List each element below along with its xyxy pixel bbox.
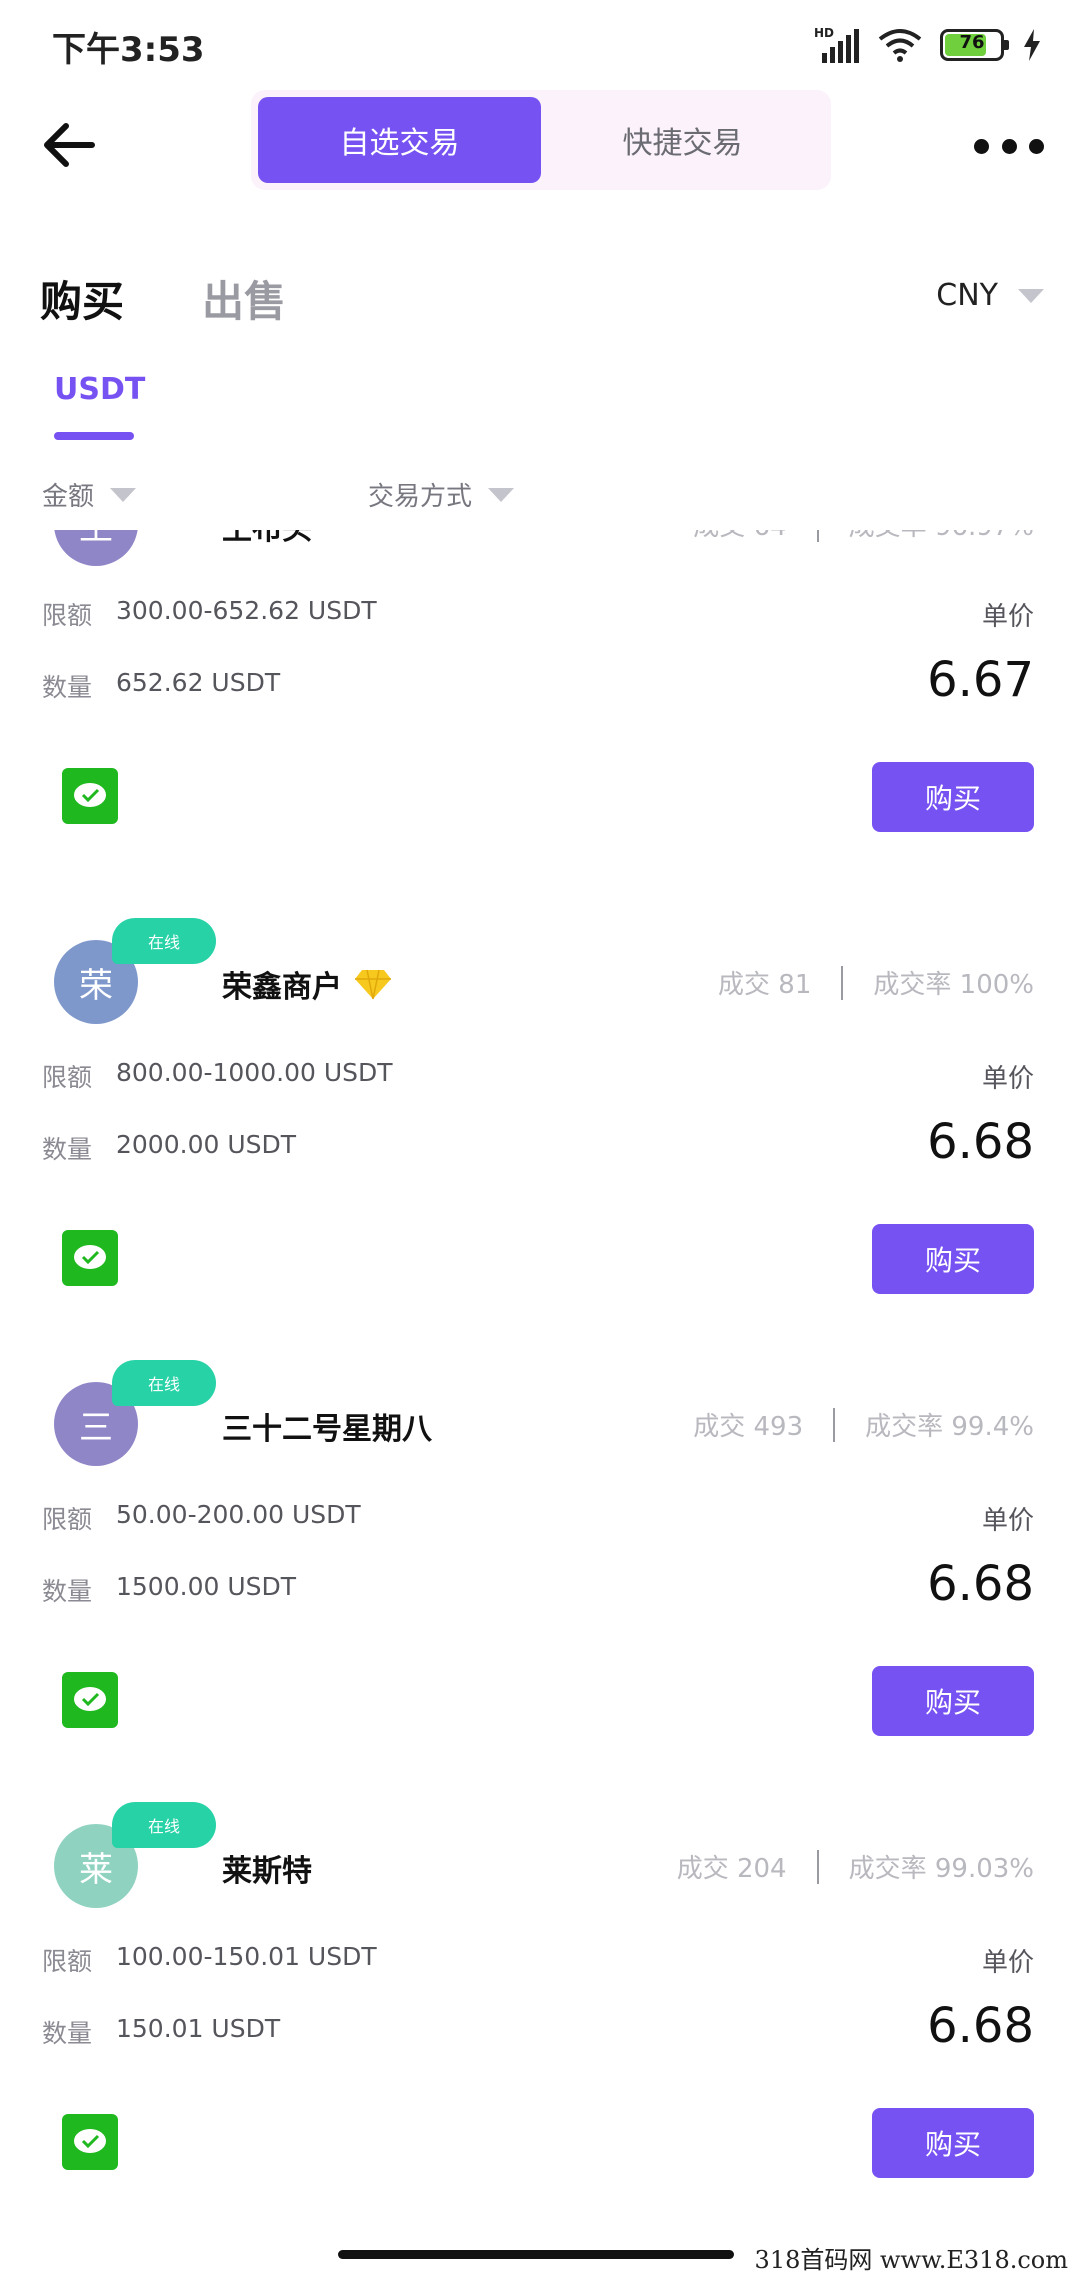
deal-count: 成交 493 [693,1412,804,1442]
diamond-icon [355,969,391,1000]
online-badge: 在线 [112,1360,216,1406]
limit-value: 800.00-1000.00 USDT [116,1058,393,1087]
tab-sell[interactable]: 出售 [202,268,286,329]
filter-bar: 金额 交易方式 [0,476,1080,526]
quantity-label: 数量 [42,673,93,702]
signal-icon: HD [814,26,859,63]
status-bar: 下午3:53 HD 76 [0,0,1080,90]
payment-method-filter[interactable]: 交易方式 [368,476,515,513]
merchant-name[interactable]: 荣鑫商户 [222,962,392,1006]
amount-filter-label: 金额 [42,482,95,512]
listing-card: 莱 在线 莱斯特 成交 204 成交率 99.03% 限额 100.00-150… [0,1802,1080,2266]
unit-price-label: 单价 [981,1948,1034,1978]
quantity-label: 数量 [42,1577,93,1606]
avatar: 王 [54,530,138,566]
unit-price: 6.68 [927,1556,1034,1612]
limit-value: 100.00-150.01 USDT [116,1942,377,1971]
limit-label: 限额 [42,1947,93,1976]
buy-button[interactable]: 购买 [872,762,1034,832]
tab-quick-trade[interactable]: 快捷交易 [541,97,824,183]
quantity-label: 数量 [42,2019,93,2048]
charging-icon [1024,29,1040,61]
completion-rate: 成交率 96.97% [849,530,1034,543]
unit-price: 6.68 [927,1114,1034,1170]
merchant-stats: 成交 64 成交率 96.97% [693,530,1034,543]
merchant-stats: 成交 493 成交率 99.4% [693,1406,1034,1443]
limit-value: 50.00-200.00 USDT [116,1500,361,1529]
quantity-value: 1500.00 USDT [116,1572,297,1601]
trade-direction-tabs: 购买 出售 [40,268,286,329]
more-options-icon[interactable] [974,126,1044,166]
wifi-icon [878,29,922,62]
unit-price-label: 单价 [981,1506,1034,1536]
wechat-pay-icon [62,2114,118,2170]
deal-count: 成交 204 [676,1854,787,1884]
buy-button[interactable]: 购买 [872,2108,1034,2178]
limit-label: 限额 [42,601,93,630]
status-icons: HD 76 [814,20,1042,70]
currency-label: CNY [936,278,998,313]
limit-label: 限额 [42,1505,93,1534]
coin-tab-indicator [54,432,134,440]
quantity-value: 2000.00 USDT [116,1130,297,1159]
buy-button[interactable]: 购买 [872,1224,1034,1294]
merchant-name[interactable]: 王布头 [222,530,312,548]
amount-filter[interactable]: 金额 [42,476,137,513]
limit-label: 限额 [42,1063,93,1092]
currency-selector[interactable]: CNY [936,278,1044,313]
online-badge: 在线 [112,1802,216,1848]
deal-count: 成交 81 [718,970,812,1000]
completion-rate: 成交率 100% [873,970,1034,1000]
unit-price: 6.68 [927,1998,1034,2054]
back-arrow-icon [44,123,95,167]
network-type: HD [814,26,834,40]
unit-price-label: 单价 [981,602,1034,632]
chevron-down-icon [110,487,137,502]
unit-price: 6.67 [927,652,1034,708]
trade-mode-switch: 自选交易 快捷交易 [251,90,831,190]
chevron-down-icon [1018,288,1044,303]
tab-custom-trade[interactable]: 自选交易 [258,97,541,183]
home-indicator[interactable] [338,2250,734,2259]
wechat-pay-icon [62,1672,118,1728]
battery-level: 76 [959,32,985,53]
listing-list: 王 王布头 成交 64 成交率 96.97% 限额 300.00-652.62 … [0,530,1080,2280]
payment-filter-label: 交易方式 [368,482,473,512]
chevron-down-icon [488,487,515,502]
listing-card: 王 王布头 成交 64 成交率 96.97% 限额 300.00-652.62 … [0,530,1080,924]
merchant-stats: 成交 204 成交率 99.03% [677,1848,1034,1885]
completion-rate: 成交率 99.4% [865,1412,1034,1442]
battery-icon: 76 [940,29,1009,61]
quantity-label: 数量 [42,1135,93,1164]
completion-rate: 成交率 99.03% [848,1854,1034,1884]
tab-buy[interactable]: 购买 [40,268,124,329]
listing-card: 三 在线 三十二号星期八 成交 493 成交率 99.4% 限额 50.00-2… [0,1360,1080,1824]
unit-price-label: 单价 [981,1064,1034,1094]
listing-card: 荣 在线 荣鑫商户 成交 81 成交率 100% 限额 800.00-1000.… [0,918,1080,1382]
buy-button[interactable]: 购买 [872,1666,1034,1736]
status-time: 下午3:53 [52,30,205,70]
tab-coin-usdt[interactable]: USDT [54,372,145,407]
quantity-value: 150.01 USDT [116,2014,281,2043]
limit-value: 300.00-652.62 USDT [116,596,377,625]
watermark: 318首码网 www.E318.com [754,2246,1068,2274]
merchant-stats: 成交 81 成交率 100% [718,964,1034,1001]
back-button[interactable] [36,110,106,180]
merchant-name[interactable]: 三十二号星期八 [222,1404,432,1448]
online-badge: 在线 [112,918,216,964]
merchant-name[interactable]: 莱斯特 [222,1846,312,1890]
wechat-pay-icon [62,768,118,824]
quantity-value: 652.62 USDT [116,668,281,697]
wechat-pay-icon [62,1230,118,1286]
deal-count: 成交 64 [693,530,786,543]
nav-bar: 自选交易 快捷交易 [0,90,1080,200]
